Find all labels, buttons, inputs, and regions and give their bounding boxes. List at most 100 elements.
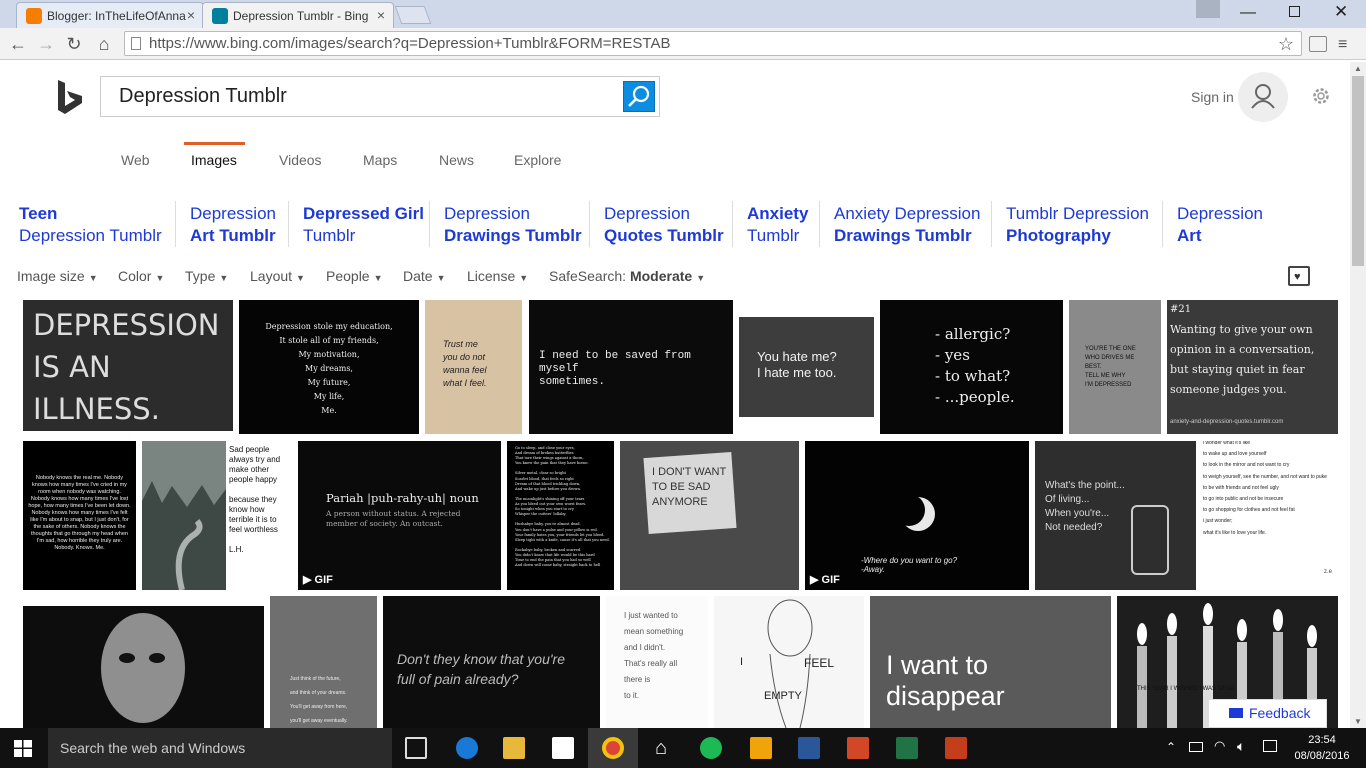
related-search-item[interactable]: Depression Art: [1177, 203, 1263, 247]
profile-icon[interactable]: [1196, 0, 1220, 18]
image-result[interactable]: Just think of the future, and think of y…: [270, 596, 377, 728]
maximize-icon[interactable]: [1289, 6, 1300, 17]
image-result[interactable]: -Where do you want to go? -Away. ▶ GIF: [805, 441, 1029, 590]
image-result[interactable]: I FEEL EMPTY: [714, 596, 864, 728]
image-result[interactable]: Depression stole my education, It stole …: [239, 300, 419, 434]
back-arrow-icon[interactable]: ←: [6, 32, 30, 56]
window-close-icon[interactable]: ✕: [1334, 2, 1348, 22]
related-search-item[interactable]: Depressed Girl Tumblr: [303, 203, 424, 247]
spotify-icon[interactable]: [700, 737, 722, 759]
filter-type[interactable]: Type ▼: [185, 268, 228, 284]
tab-news[interactable]: News: [439, 152, 474, 168]
search-button[interactable]: [623, 81, 655, 112]
filter-safesearch[interactable]: SafeSearch: Moderate ▼: [549, 268, 705, 284]
edge-icon[interactable]: [456, 737, 478, 759]
image-result[interactable]: YOU'RE THE ONE WHO DRIVES ME BEST. TELL …: [1069, 300, 1161, 434]
image-result[interactable]: I just wanted to mean something and I di…: [606, 596, 708, 728]
battery-icon[interactable]: [1189, 742, 1203, 752]
related-search-item[interactable]: Teen Depression Tumblr: [19, 203, 162, 247]
scroll-up-icon[interactable]: ▲: [1354, 64, 1362, 73]
excel-icon[interactable]: [896, 737, 918, 759]
image-result[interactable]: I need to be saved from myself sometimes…: [529, 300, 733, 434]
file-explorer-icon[interactable]: [503, 737, 525, 759]
notes-app-icon[interactable]: [750, 737, 772, 759]
image-result[interactable]: - allergic? - yes - to what? - ...people…: [880, 300, 1063, 434]
image-text: z.e: [1323, 569, 1332, 575]
filter-people[interactable]: People ▼: [326, 268, 383, 284]
tab-blogger[interactable]: Blogger: InTheLifeOfAnna ×: [16, 2, 204, 28]
image-result[interactable]: #21 Wanting to give your own opinion in …: [1167, 300, 1338, 434]
page-scrollbar[interactable]: ▲ ▼: [1350, 62, 1366, 728]
image-result[interactable]: Nobody knows the real me. Nobody knows h…: [23, 441, 136, 590]
image-result[interactable]: You hate me? I hate me too.: [739, 317, 874, 417]
close-icon[interactable]: ×: [377, 7, 385, 23]
tab-images[interactable]: Images: [191, 152, 237, 168]
filter-color[interactable]: Color ▼: [118, 268, 164, 284]
image-result[interactable]: Sad people always try and make other peo…: [226, 441, 292, 590]
image-result[interactable]: Pariah |puh-rahy-uh| noun A person witho…: [298, 441, 501, 590]
scroll-thumb[interactable]: [1352, 76, 1364, 266]
home-app-icon[interactable]: ⌂: [650, 737, 672, 759]
tab-web[interactable]: Web: [121, 152, 150, 168]
image-result[interactable]: I want to disappear: [870, 596, 1111, 728]
wifi-icon[interactable]: ◠: [1214, 738, 1225, 754]
caret-down-icon: ▼: [696, 273, 706, 283]
image-result[interactable]: i wonder what it's like to wake up and l…: [1196, 441, 1338, 590]
image-result[interactable]: DEPRESSION IS AN ILLNESS. NOT A CHOICE: [23, 300, 233, 431]
action-center-icon[interactable]: [1263, 740, 1277, 752]
extension-icon[interactable]: [1309, 36, 1327, 52]
address-bar[interactable]: https://www.bing.com/images/search?q=Dep…: [124, 31, 1302, 56]
search-box[interactable]: [100, 76, 660, 117]
new-tab-button[interactable]: [394, 6, 432, 24]
reload-icon[interactable]: ↻: [62, 32, 86, 56]
related-search-item[interactable]: Anxiety Depression Drawings Tumblr: [834, 203, 980, 247]
close-icon[interactable]: ×: [187, 7, 195, 23]
star-icon[interactable]: ☆: [1274, 32, 1298, 56]
search-input[interactable]: [101, 77, 621, 116]
filter-date[interactable]: Date ▼: [403, 268, 446, 284]
related-search-item[interactable]: Depression Art Tumblr: [190, 203, 276, 247]
volume-icon[interactable]: 🔈︎: [1237, 738, 1245, 755]
forward-arrow-icon[interactable]: →: [34, 32, 58, 56]
saved-images-icon[interactable]: ♥: [1288, 266, 1310, 286]
minimize-icon[interactable]: —: [1240, 4, 1256, 22]
tab-maps[interactable]: Maps: [363, 152, 397, 168]
sign-in-link[interactable]: Sign in: [1191, 89, 1234, 105]
chevron-up-icon[interactable]: ⌃: [1166, 740, 1176, 754]
filter-layout[interactable]: Layout ▼: [250, 268, 305, 284]
taskbar-clock[interactable]: 23:54 08/08/2016: [1290, 732, 1354, 764]
taskbar-search-box[interactable]: Search the web and Windows: [48, 728, 392, 768]
image-result[interactable]: Don't they know that you're full of pain…: [383, 596, 600, 728]
image-text: Pariah |puh-rahy-uh| noun: [326, 491, 479, 505]
scroll-down-icon[interactable]: ▼: [1354, 717, 1362, 726]
taskbar-active-app[interactable]: [588, 728, 638, 768]
filter-license[interactable]: License ▼: [467, 268, 528, 284]
related-search-item[interactable]: Tumblr Depression Photography: [1006, 203, 1149, 247]
image-result[interactable]: [23, 606, 264, 728]
store-icon[interactable]: [552, 737, 574, 759]
bing-logo[interactable]: [56, 80, 86, 116]
related-search-item[interactable]: Depression Drawings Tumblr: [444, 203, 582, 247]
windows-start-icon[interactable]: [14, 740, 32, 757]
caret-down-icon: ▼: [219, 273, 229, 283]
avatar[interactable]: [1238, 72, 1288, 122]
filter-image-size[interactable]: Image size ▼: [17, 268, 98, 284]
powerpoint-icon[interactable]: [847, 737, 869, 759]
task-view-icon[interactable]: [405, 737, 427, 759]
home-icon[interactable]: ⌂: [92, 32, 116, 56]
feedback-button[interactable]: Feedback: [1208, 699, 1327, 728]
photo-app-icon[interactable]: [945, 737, 967, 759]
related-search-item[interactable]: Anxiety Tumblr: [747, 203, 808, 247]
gear-icon[interactable]: [1311, 86, 1331, 106]
menu-icon[interactable]: ≡: [1338, 36, 1347, 54]
related-search-item[interactable]: Depression Quotes Tumblr: [604, 203, 724, 247]
image-result[interactable]: Go to sleep, and close your eyes, And dr…: [507, 441, 614, 590]
tab-bing[interactable]: Depression Tumblr - Bing ×: [202, 2, 394, 28]
image-result[interactable]: I DON'T WANT TO BE SAD ANYMORE: [620, 441, 799, 590]
image-result[interactable]: Trust me you do not wanna feel what I fe…: [425, 300, 522, 434]
tab-videos[interactable]: Videos: [279, 152, 322, 168]
image-result[interactable]: What's the point... Of living... When yo…: [1035, 441, 1196, 590]
word-icon[interactable]: [798, 737, 820, 759]
image-result[interactable]: [142, 441, 226, 590]
tab-explore[interactable]: Explore: [514, 152, 561, 168]
